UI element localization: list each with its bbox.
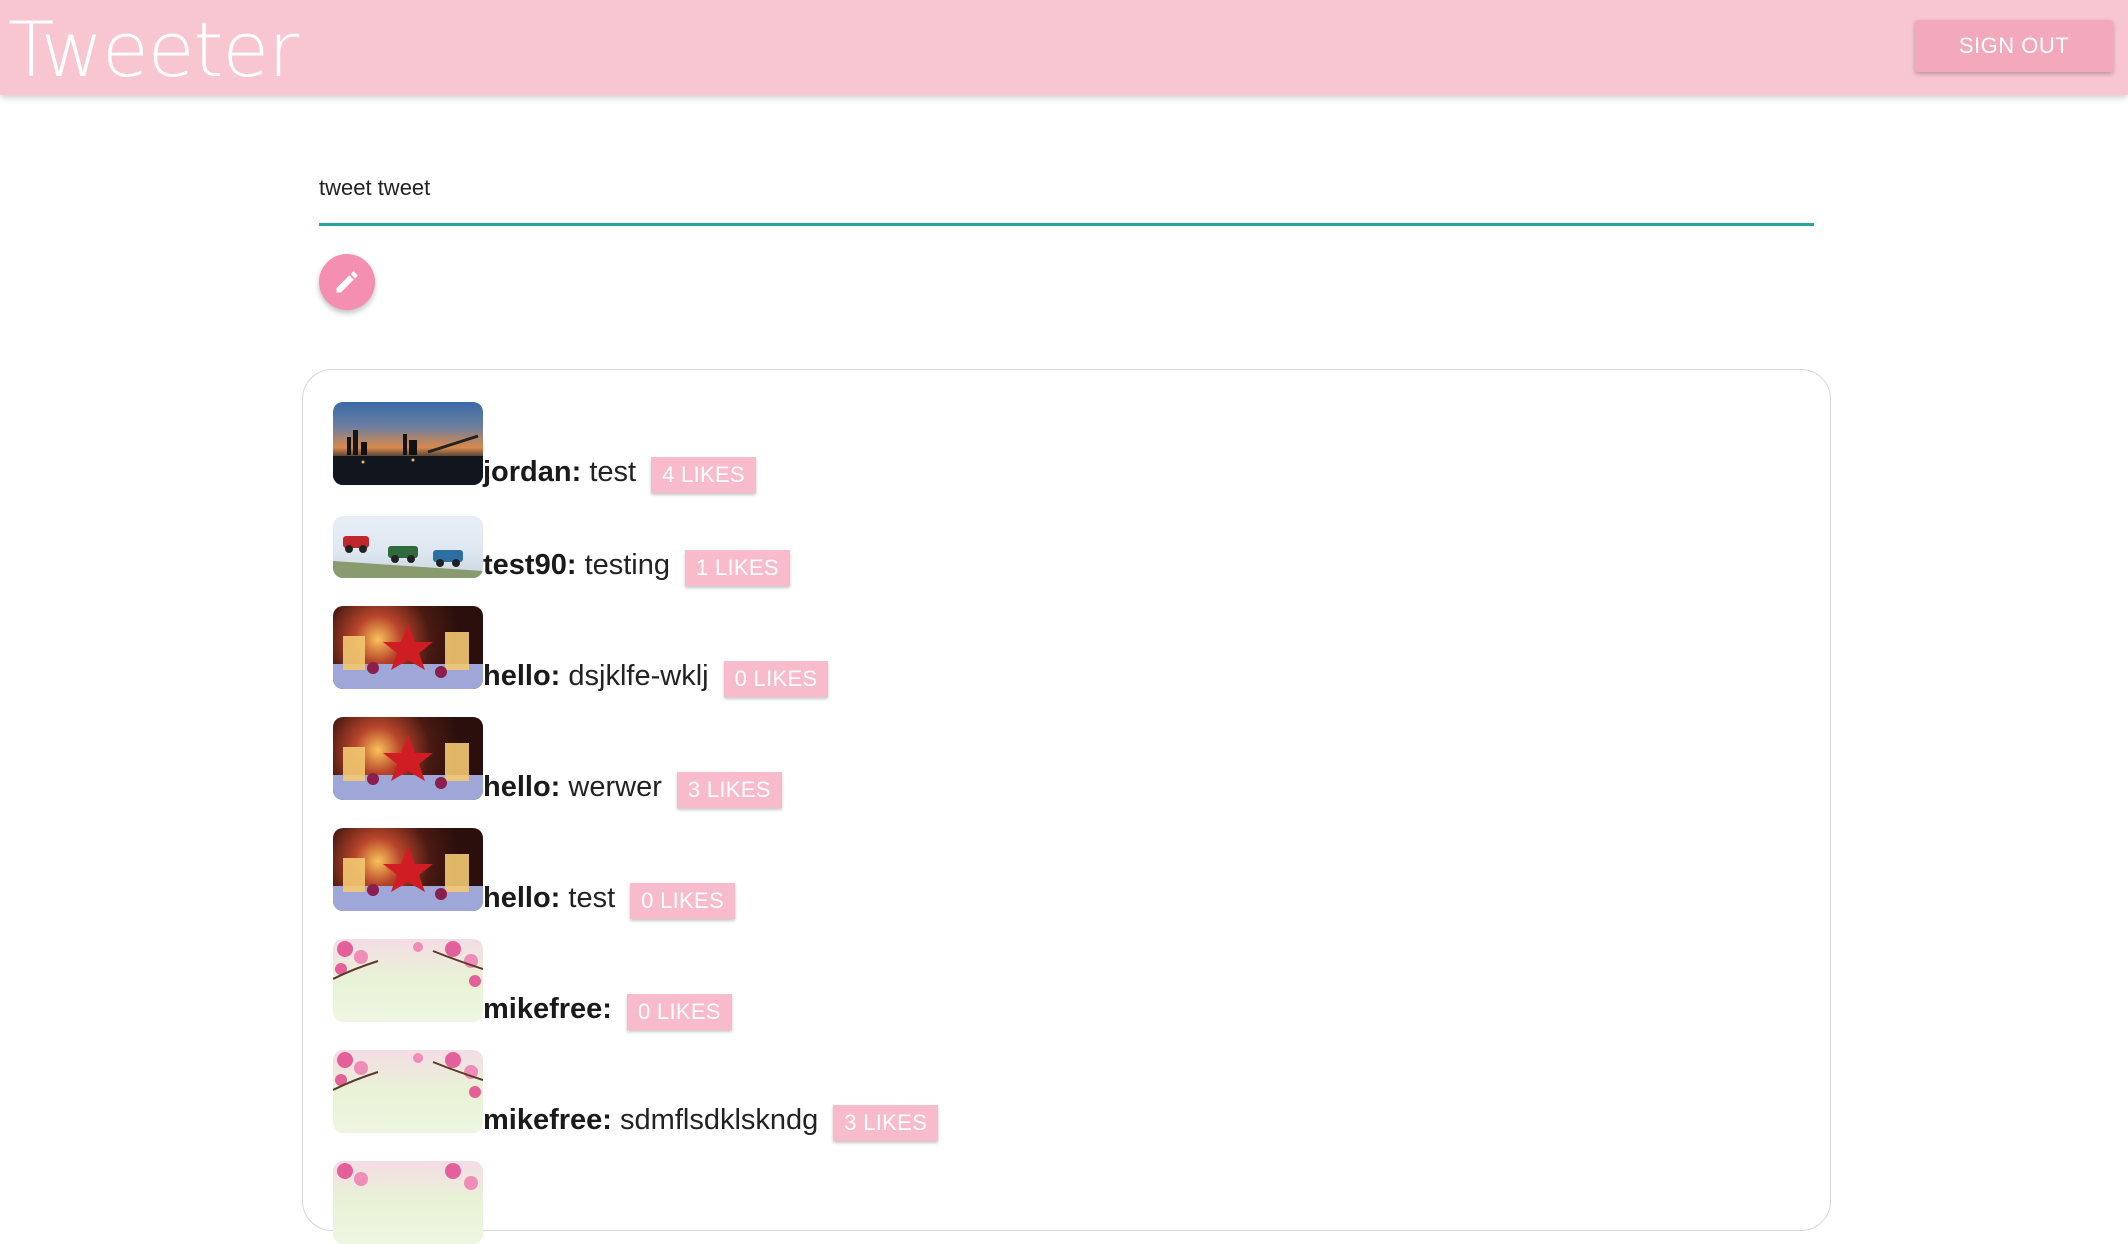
tweet-input-container [319, 165, 1814, 226]
flowers-image [333, 939, 483, 1022]
tweet-text: test [589, 456, 637, 488]
app-bar: Tweeter SIGN OUT [0, 0, 2128, 95]
christmas-image [333, 717, 483, 800]
toy-cars-image [333, 516, 483, 578]
likes-badge[interactable]: 1 LIKES [685, 550, 790, 586]
post-tweet-button[interactable] [319, 254, 375, 310]
tweet-text: test [568, 882, 616, 914]
likes-badge[interactable]: 3 LIKES [833, 1105, 939, 1141]
tweet-text: testing [584, 549, 671, 581]
tweet-item: mikefree: sdmflsdklskndg 3 LIKES [333, 1048, 939, 1141]
tweet-item: hello: dsjklfe-wklj 0 LIKES [333, 604, 829, 697]
tweet-item: hello: test 0 LIKES [333, 826, 735, 919]
tweet-username: mikefree: [483, 1104, 612, 1136]
city-night-image [333, 402, 483, 485]
tweet-item: mikefree: 0 LIKES [333, 937, 732, 1030]
sign-out-button[interactable]: SIGN OUT [1915, 20, 2113, 72]
likes-badge[interactable]: 0 LIKES [723, 661, 829, 697]
tweet-text: sdmflsdklskndg [620, 1104, 819, 1136]
likes-badge[interactable]: 0 LIKES [630, 883, 735, 919]
tweet-username: test90: [483, 549, 577, 581]
flowers-image [333, 1161, 483, 1244]
tweet-item: jordan: test 4 LIKES [333, 400, 756, 493]
likes-badge[interactable]: 3 LIKES [676, 772, 782, 808]
tweet-username: hello: [483, 660, 561, 692]
tweet-text: werwer [568, 771, 662, 803]
tweet-username: jordan: [483, 456, 582, 488]
pencil-icon [336, 271, 358, 293]
tweet-username: hello: [483, 771, 561, 803]
tweet-text: dsjklfe-wklj [568, 660, 709, 692]
christmas-image [333, 606, 483, 689]
flowers-image [333, 1050, 483, 1133]
tweet-item-partial [333, 1159, 483, 1244]
tweet-username: hello: [483, 882, 561, 914]
tweet-item: hello: werwer 3 LIKES [333, 715, 782, 808]
christmas-image [333, 828, 483, 911]
likes-badge[interactable]: 0 LIKES [626, 994, 732, 1030]
tweet-item: test90: testing 1 LIKES [333, 493, 790, 586]
tweet-input[interactable] [319, 165, 1814, 211]
likes-badge[interactable]: 4 LIKES [651, 457, 756, 493]
tweet-feed: jordan: test 4 LIKES test90: testing 1 L… [302, 369, 1831, 1244]
tweet-username: mikefree: [483, 993, 612, 1025]
app-title: Tweeter [8, 5, 299, 94]
